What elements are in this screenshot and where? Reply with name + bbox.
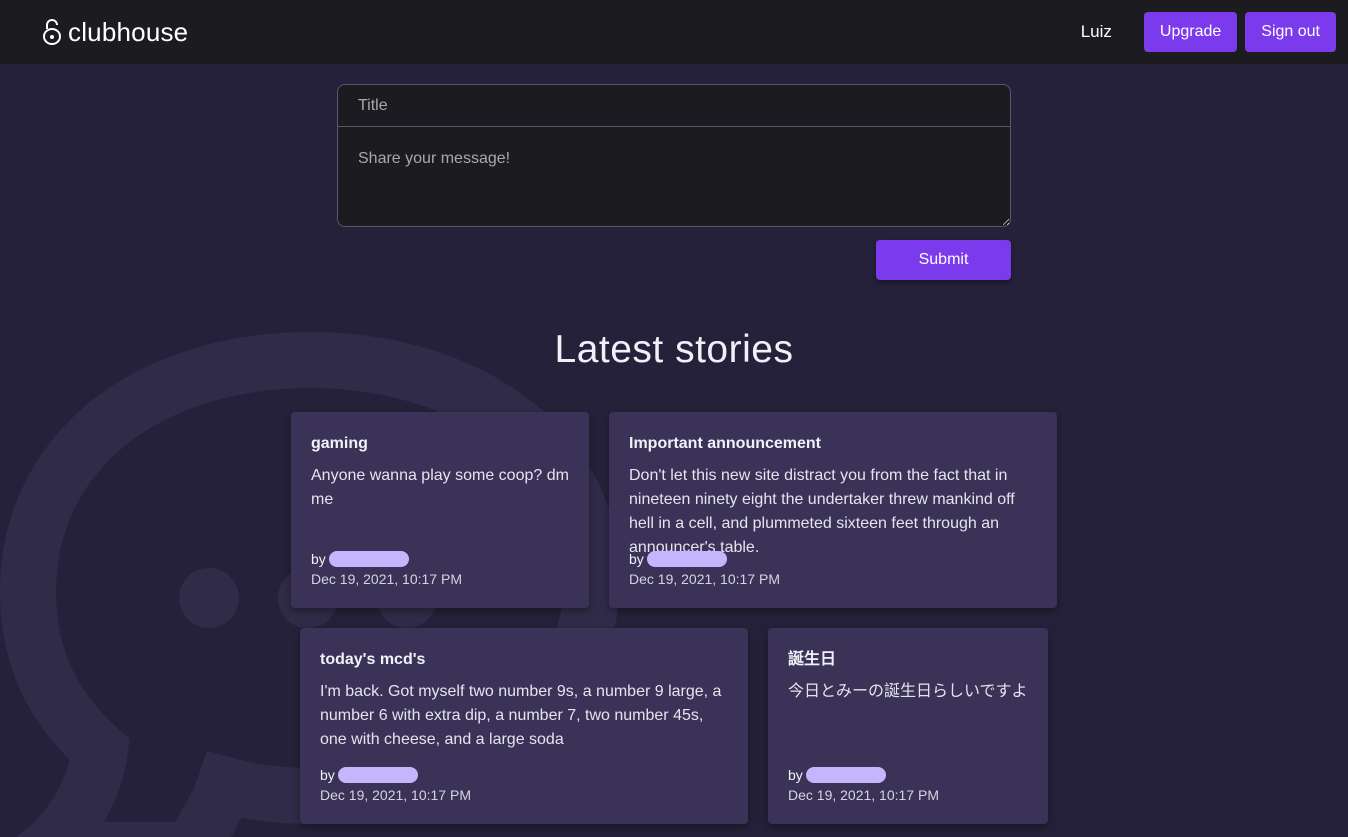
current-user-name[interactable]: Luiz — [1081, 22, 1112, 42]
story-byline: by — [629, 550, 780, 568]
story-title: today's mcd's — [320, 651, 426, 668]
byline-label: by — [788, 767, 803, 783]
story-card: Important announcement Don't let this ne… — [609, 412, 1057, 608]
header-actions: Luiz Upgrade Sign out — [1081, 12, 1336, 52]
story-title: 誕生日 — [788, 651, 837, 668]
byline-label: by — [311, 551, 326, 567]
story-date: Dec 19, 2021, 10:17 PM — [788, 787, 939, 803]
byline-label: by — [629, 551, 644, 567]
story-body: Anyone wanna play some coop? dm me — [311, 467, 569, 508]
story-title: gaming — [311, 435, 368, 452]
story-body: Don't let this new site distract you fro… — [629, 467, 1015, 556]
story-meta: by Dec 19, 2021, 10:17 PM — [788, 766, 939, 804]
author-name-hidden — [328, 551, 409, 567]
story-card: gaming Anyone wanna play some coop? dm m… — [291, 412, 589, 608]
story-meta: by Dec 19, 2021, 10:17 PM — [629, 550, 780, 588]
app-name: clubhouse — [68, 16, 189, 47]
title-input[interactable] — [337, 84, 1011, 127]
story-body: I'm back. Got myself two number 9s, a nu… — [320, 683, 722, 748]
story-byline: by — [320, 766, 471, 784]
story-date: Dec 19, 2021, 10:17 PM — [320, 787, 471, 803]
story-meta: by Dec 19, 2021, 10:17 PM — [320, 766, 471, 804]
upgrade-button[interactable]: Upgrade — [1143, 12, 1238, 52]
story-title: Important announcement — [629, 435, 822, 452]
story-card: 誕生日 今日とみーの誕生日らしいですよ by Dec 19, 2021, 10:… — [768, 628, 1048, 824]
sign-out-button[interactable]: Sign out — [1245, 12, 1336, 52]
story-card: today's mcd's I'm back. Got myself two n… — [300, 628, 748, 824]
author-name-hidden — [646, 551, 727, 567]
story-date: Dec 19, 2021, 10:17 PM — [311, 571, 462, 587]
story-body: 今日とみーの誕生日らしいですよ — [788, 683, 1028, 700]
story-meta: by Dec 19, 2021, 10:17 PM — [311, 550, 462, 588]
byline-label: by — [320, 767, 335, 783]
latest-stories-heading: Latest stories — [554, 328, 794, 371]
story-byline: by — [311, 550, 462, 568]
top-navigation-bar: clubhouse Luiz Upgrade Sign out — [0, 0, 1348, 64]
app-logo[interactable]: clubhouse — [42, 17, 188, 48]
submit-button[interactable]: Submit — [876, 240, 1011, 280]
author-name-hidden — [337, 767, 418, 783]
new-post-form — [337, 84, 1011, 227]
story-date: Dec 19, 2021, 10:17 PM — [629, 571, 780, 587]
message-input[interactable] — [337, 126, 1011, 227]
unlock-icon — [43, 19, 61, 45]
author-name-hidden — [805, 767, 886, 783]
story-byline: by — [788, 766, 939, 784]
